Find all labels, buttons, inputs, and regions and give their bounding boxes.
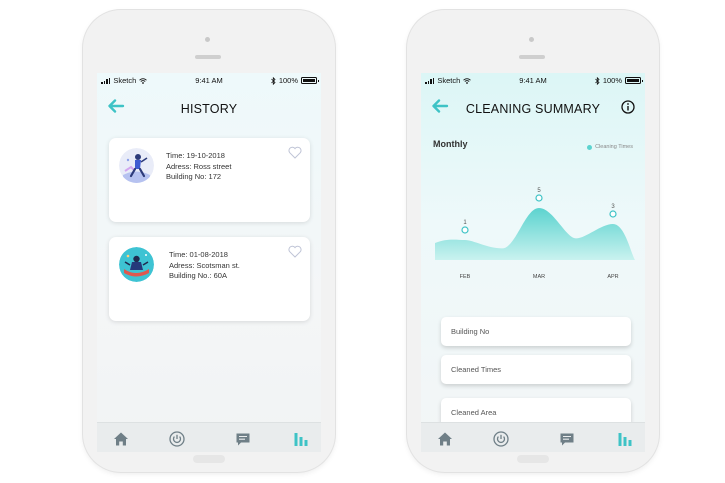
phone-frame-summary: Sketch 9:41 AM 100% CLEANING SUMMARY Mon… [407, 10, 659, 472]
speaker-slot [195, 55, 221, 59]
battery-percent: 100% [602, 76, 622, 85]
page-title: CLEANING SUMMARY [465, 102, 601, 116]
cleaned-area-label: Cleaned Area [451, 408, 497, 417]
chart-data-label: 1 [463, 220, 467, 226]
tab-bar [97, 422, 321, 452]
chart-data-label: 5 [537, 188, 541, 194]
home-button [517, 455, 549, 463]
info-icon[interactable] [621, 100, 635, 114]
battery-icon [625, 77, 643, 84]
chart-x-tick-label: APR [607, 274, 618, 280]
chart-x-tick-label: MAR [533, 274, 545, 280]
bar-chart-icon[interactable] [617, 431, 633, 447]
history-card-time: Time: 01-08-2018 [169, 250, 228, 259]
chat-icon[interactable] [559, 431, 575, 447]
bluetooth-icon [271, 76, 276, 85]
bar-chart-icon[interactable] [293, 431, 309, 447]
tab-bar [421, 422, 645, 452]
status-bar: Sketch 9:41 AM 100% [421, 73, 645, 87]
camera-dot [205, 37, 210, 42]
home-icon[interactable] [437, 431, 453, 447]
speaker-slot [519, 55, 545, 59]
cleaner-illustration-avatar [119, 148, 154, 183]
history-card-building: Building No: 172 [166, 172, 222, 181]
monthly-area-chart: 1 FEB 5 MAR 3 APR [435, 188, 635, 280]
heart-icon[interactable] [288, 245, 302, 258]
history-card-details: Time: 01-08-2018 Adress: Scotsman st. Bu… [169, 250, 240, 282]
summary-screen: Sketch 9:41 AM 100% CLEANING SUMMARY Mon… [421, 73, 645, 452]
history-screen: Sketch 9:41 AM 100% HISTORY Time: 19-10-… [97, 73, 321, 452]
battery-percent: 100% [278, 76, 298, 85]
home-button [193, 455, 225, 463]
power-icon[interactable] [169, 431, 185, 447]
power-icon[interactable] [493, 431, 509, 447]
bluetooth-icon [595, 76, 600, 85]
summary-header: CLEANING SUMMARY [421, 95, 645, 119]
history-card-address: Adress: Scotsman st. [169, 260, 240, 270]
battery-icon [301, 77, 319, 84]
history-card-building: Building No.: 60A [169, 271, 227, 280]
chart-data-point[interactable] [461, 226, 469, 234]
history-header: HISTORY [97, 95, 321, 119]
chart-data-label: 3 [611, 204, 615, 210]
cleaned-times-field[interactable]: Cleaned Times [441, 355, 631, 384]
cleaner-illustration-avatar [119, 247, 154, 282]
history-card[interactable]: Time: 01-08-2018 Adress: Scotsman st. Bu… [109, 237, 310, 321]
history-card-time: Time: 19-10-2018 [166, 151, 225, 160]
building-no-label: Building No [451, 327, 490, 336]
history-card-address: Adress: Ross street [166, 161, 232, 171]
heart-icon[interactable] [288, 146, 302, 159]
chart-data-point[interactable] [535, 194, 543, 202]
history-card[interactable]: Time: 19-10-2018 Adress: Ross street Bui… [109, 138, 310, 222]
building-no-field[interactable]: Building No [441, 317, 631, 346]
phone-frame-history: Sketch 9:41 AM 100% HISTORY Time: 19-10-… [83, 10, 335, 472]
camera-dot [529, 37, 534, 42]
cleaned-times-label: Cleaned Times [451, 365, 502, 374]
chat-icon[interactable] [235, 431, 251, 447]
page-title: HISTORY [180, 102, 238, 116]
chart-x-tick-label: FEB [460, 274, 471, 280]
chart-area-series [435, 208, 635, 260]
chart-data-point[interactable] [609, 210, 617, 218]
status-bar: Sketch 9:41 AM 100% [97, 73, 321, 87]
home-icon[interactable] [113, 431, 129, 447]
history-card-details: Time: 19-10-2018 Adress: Ross street Bui… [166, 151, 231, 183]
